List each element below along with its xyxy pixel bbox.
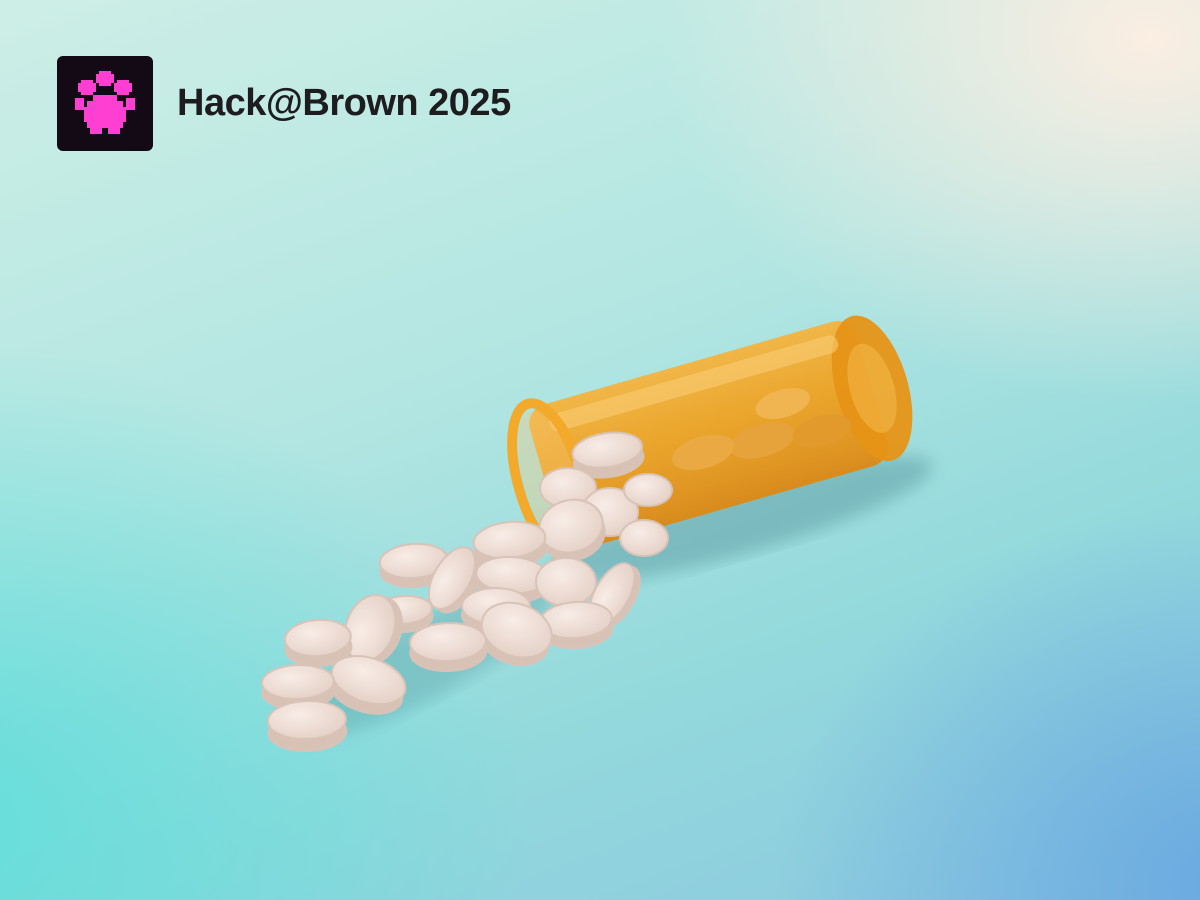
pills: [260, 431, 673, 753]
pill-bottle-icon: [260, 315, 933, 753]
